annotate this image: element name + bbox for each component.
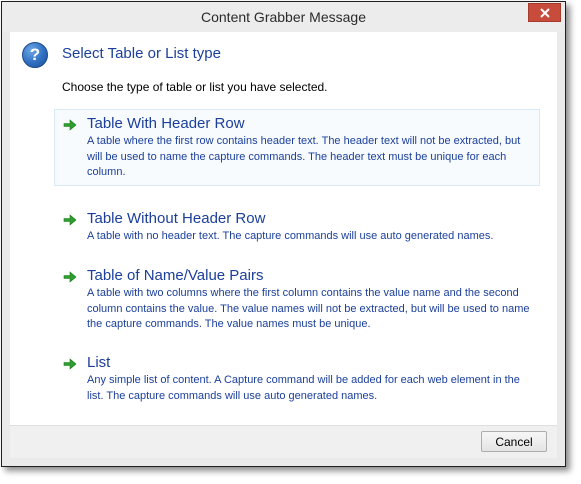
option-description: Any simple list of content. A Capture co…: [87, 374, 520, 402]
dialog-footer: Cancel: [10, 425, 557, 458]
cancel-button[interactable]: Cancel: [481, 431, 547, 452]
option-title: Table of Name/Value Pairs: [87, 267, 264, 284]
dialog-window: Content Grabber Message ? Select Table o…: [1, 1, 566, 467]
green-arrow-icon: [63, 119, 77, 131]
option-list[interactable]: List Any simple list of content. A Captu…: [54, 348, 540, 409]
close-button[interactable]: [528, 3, 561, 22]
option-title: Table With Header Row: [87, 115, 245, 132]
help-question-icon: ?: [22, 42, 48, 68]
option-title: Table Without Header Row: [87, 210, 266, 227]
close-icon: [540, 8, 550, 18]
green-arrow-icon: [63, 214, 77, 226]
option-description: A table where the first row contains hea…: [87, 135, 521, 178]
option-title: List: [87, 354, 111, 371]
option-table-without-header-row[interactable]: Table Without Header Row A table with no…: [54, 204, 540, 250]
window-title: Content Grabber Message: [201, 9, 366, 25]
instruction-text: Choose the type of table or list you hav…: [62, 80, 328, 94]
option-table-with-header-row[interactable]: Table With Header Row A table where the …: [54, 109, 540, 186]
title-bar[interactable]: Content Grabber Message: [2, 2, 565, 32]
option-description: A table with two columns where the first…: [87, 287, 530, 330]
dialog-content: ? Select Table or List type Choose the t…: [10, 32, 557, 458]
green-arrow-icon: [63, 271, 77, 283]
dialog-heading: Select Table or List type: [62, 45, 221, 62]
green-arrow-icon: [63, 358, 77, 370]
option-table-of-name-value-pairs[interactable]: Table of Name/Value Pairs A table with t…: [54, 261, 540, 338]
option-description: A table with no header text. The capture…: [87, 230, 494, 242]
